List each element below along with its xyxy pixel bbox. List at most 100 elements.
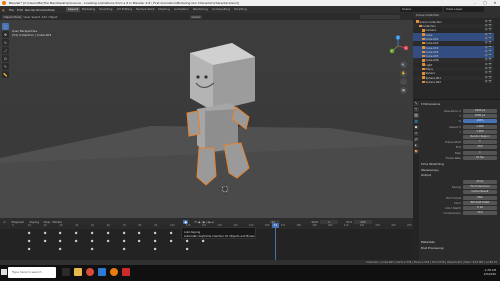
property-field[interactable]: /tmp\ bbox=[463, 180, 497, 184]
properties-section-header[interactable]: Stereoscopy bbox=[421, 168, 439, 172]
mail-icon[interactable] bbox=[98, 268, 106, 276]
keyframe-marker[interactable] bbox=[27, 247, 31, 251]
property-field[interactable]: PNG bbox=[463, 195, 497, 200]
camera-view-icon[interactable]: 🎥 bbox=[400, 78, 407, 85]
timeline-menu-marker[interactable]: Marker bbox=[51, 220, 64, 224]
timeline-editor-type-icon[interactable]: ⏱ bbox=[2, 220, 7, 224]
keyframe-marker[interactable] bbox=[122, 231, 126, 235]
tab-layout[interactable]: Layout bbox=[66, 7, 80, 12]
property-field[interactable]: 1 bbox=[463, 150, 497, 155]
property-field[interactable]: 1080 px bbox=[463, 114, 497, 119]
tab-rendering[interactable]: Rendering bbox=[191, 7, 210, 12]
property-field[interactable]: 8 16 bbox=[463, 206, 497, 210]
menu-file[interactable]: File bbox=[9, 8, 14, 12]
playhead-frame-indicator[interactable]: 51 bbox=[272, 223, 279, 228]
playback-controls[interactable]: ⏮◀◁▶▷▶⏭ bbox=[193, 220, 216, 224]
keyframe-marker[interactable] bbox=[122, 239, 126, 243]
navigation-gizmo[interactable]: X Z Y bbox=[387, 35, 409, 57]
properties-tab-icon[interactable]: 🌐 bbox=[413, 119, 419, 124]
keyframe-marker[interactable] bbox=[90, 239, 94, 243]
view-layer-selector[interactable]: View Layer bbox=[444, 7, 484, 12]
keyframe-marker[interactable] bbox=[27, 231, 31, 235]
properties-section-header[interactable]: Output bbox=[421, 173, 431, 177]
properties-section-header[interactable]: Time Stretching bbox=[421, 162, 444, 166]
property-field[interactable]: 15% bbox=[463, 211, 497, 216]
menu-render[interactable]: Render bbox=[25, 8, 36, 12]
keyframe-marker[interactable] bbox=[169, 239, 173, 243]
tab-uv-editing[interactable]: UV Editing bbox=[115, 7, 134, 12]
keyframe-marker[interactable] bbox=[185, 239, 189, 243]
browser-icon[interactable] bbox=[86, 268, 94, 276]
scene-selector[interactable]: Scene bbox=[400, 7, 442, 12]
properties-tab-icon[interactable]: 🔲 bbox=[413, 125, 419, 130]
file-explorer-icon[interactable] bbox=[74, 268, 82, 276]
keyframe-marker[interactable] bbox=[58, 239, 63, 243]
property-field[interactable]: 1920 px bbox=[463, 109, 497, 113]
start-frame-field[interactable]: 1 bbox=[320, 219, 338, 224]
properties-tab-icon[interactable]: ◐ bbox=[413, 143, 419, 148]
ortho-grid-icon[interactable]: ▦ bbox=[400, 86, 407, 94]
keyframe-marker[interactable] bbox=[43, 239, 47, 243]
keyframe-marker[interactable] bbox=[153, 231, 157, 235]
keyframe-marker[interactable] bbox=[185, 247, 189, 251]
property-field[interactable]: BW RGB RGBA bbox=[463, 200, 497, 205]
property-field[interactable]: Render Region bbox=[463, 135, 497, 139]
keyframe-marker[interactable] bbox=[90, 231, 94, 235]
timeline-menu-playback[interactable]: Playback bbox=[10, 220, 25, 224]
menu-edit[interactable]: Edit bbox=[17, 8, 23, 12]
keyframe-marker[interactable] bbox=[58, 247, 63, 251]
tab-shading[interactable]: Shading bbox=[156, 7, 172, 12]
keyframe-marker[interactable] bbox=[169, 231, 173, 235]
playhead-line[interactable] bbox=[275, 224, 276, 260]
tab-scripting[interactable]: Scripting bbox=[232, 7, 249, 12]
keyframe-marker[interactable] bbox=[137, 239, 142, 243]
auto-keying-button[interactable]: ● bbox=[183, 219, 189, 224]
menu-window[interactable]: Window bbox=[36, 8, 48, 12]
keyframe-marker[interactable] bbox=[122, 247, 126, 251]
windows-start-icon[interactable] bbox=[1, 269, 7, 275]
zoom-icon[interactable]: 🔍 bbox=[400, 61, 407, 68]
properties-tab-icon[interactable]: 🔧 bbox=[413, 101, 419, 106]
keyframe-marker[interactable] bbox=[153, 239, 157, 243]
timeline-menu-keying[interactable]: Keying bbox=[28, 220, 40, 224]
property-field[interactable]: 250 bbox=[463, 145, 497, 150]
properties-tab-icon[interactable]: 🎨 bbox=[413, 149, 419, 154]
timeline-editor[interactable]: ⏱ Playback Keying View Marker ● ⏮◀◁▶▷▶⏭ … bbox=[0, 218, 413, 260]
tab-texture-paint[interactable]: Texture Paint bbox=[134, 7, 157, 12]
pan-hand-icon[interactable]: ✋ bbox=[400, 69, 407, 77]
keyframe-marker[interactable] bbox=[106, 231, 110, 235]
visibility-toggle-icon[interactable]: 👁 📷 bbox=[485, 80, 492, 84]
property-field[interactable]: 100% bbox=[463, 119, 497, 124]
recorder-icon[interactable] bbox=[122, 268, 130, 276]
keyframe-marker[interactable] bbox=[43, 231, 47, 235]
properties-tab-icon[interactable]: 📷 bbox=[413, 107, 419, 112]
tab-modeling[interactable]: Modeling bbox=[80, 7, 97, 12]
property-field[interactable]: 24 fps bbox=[463, 155, 497, 160]
keyframe-marker[interactable] bbox=[27, 239, 31, 243]
keyframe-marker[interactable] bbox=[90, 247, 94, 251]
property-field[interactable]: 1.000 bbox=[463, 124, 497, 129]
properties-tab-icon[interactable]: ⚙ bbox=[413, 131, 419, 136]
taskbar-search-input[interactable]: Type here to search bbox=[8, 267, 56, 278]
keyframe-marker[interactable] bbox=[137, 231, 142, 235]
dimensions-section[interactable]: ▾ Dimensions bbox=[421, 102, 440, 106]
properties-section-header[interactable]: Metadata bbox=[421, 240, 435, 244]
property-field[interactable]: 1.000 bbox=[463, 129, 497, 134]
property-field[interactable]: File Extensions bbox=[463, 185, 497, 190]
end-frame-field[interactable]: 250 bbox=[354, 219, 372, 224]
properties-tab-icon[interactable]: 🔗 bbox=[413, 137, 419, 142]
task-view-icon[interactable] bbox=[62, 268, 70, 276]
keyframe-marker[interactable] bbox=[106, 239, 110, 243]
keyframe-marker[interactable] bbox=[201, 239, 205, 243]
3d-viewport[interactable]: Object Mode View Select Add Object Globa… bbox=[0, 13, 413, 218]
keyframe-marker[interactable] bbox=[74, 239, 78, 243]
tab-animation[interactable]: Animation bbox=[172, 7, 191, 12]
keyframe-marker[interactable] bbox=[58, 231, 63, 235]
property-field[interactable]: Cache Result bbox=[463, 190, 497, 195]
property-field[interactable]: 1 bbox=[463, 140, 497, 145]
properties-section-header[interactable]: Post Processing bbox=[421, 246, 443, 250]
properties-tab-icon[interactable]: 🖼 bbox=[413, 113, 419, 118]
outliner-row[interactable]: Sphere.002 👁 📷 bbox=[413, 80, 494, 84]
menu-help[interactable]: Help bbox=[48, 8, 55, 12]
blender-menu-icon[interactable]: ◉ bbox=[2, 8, 5, 12]
